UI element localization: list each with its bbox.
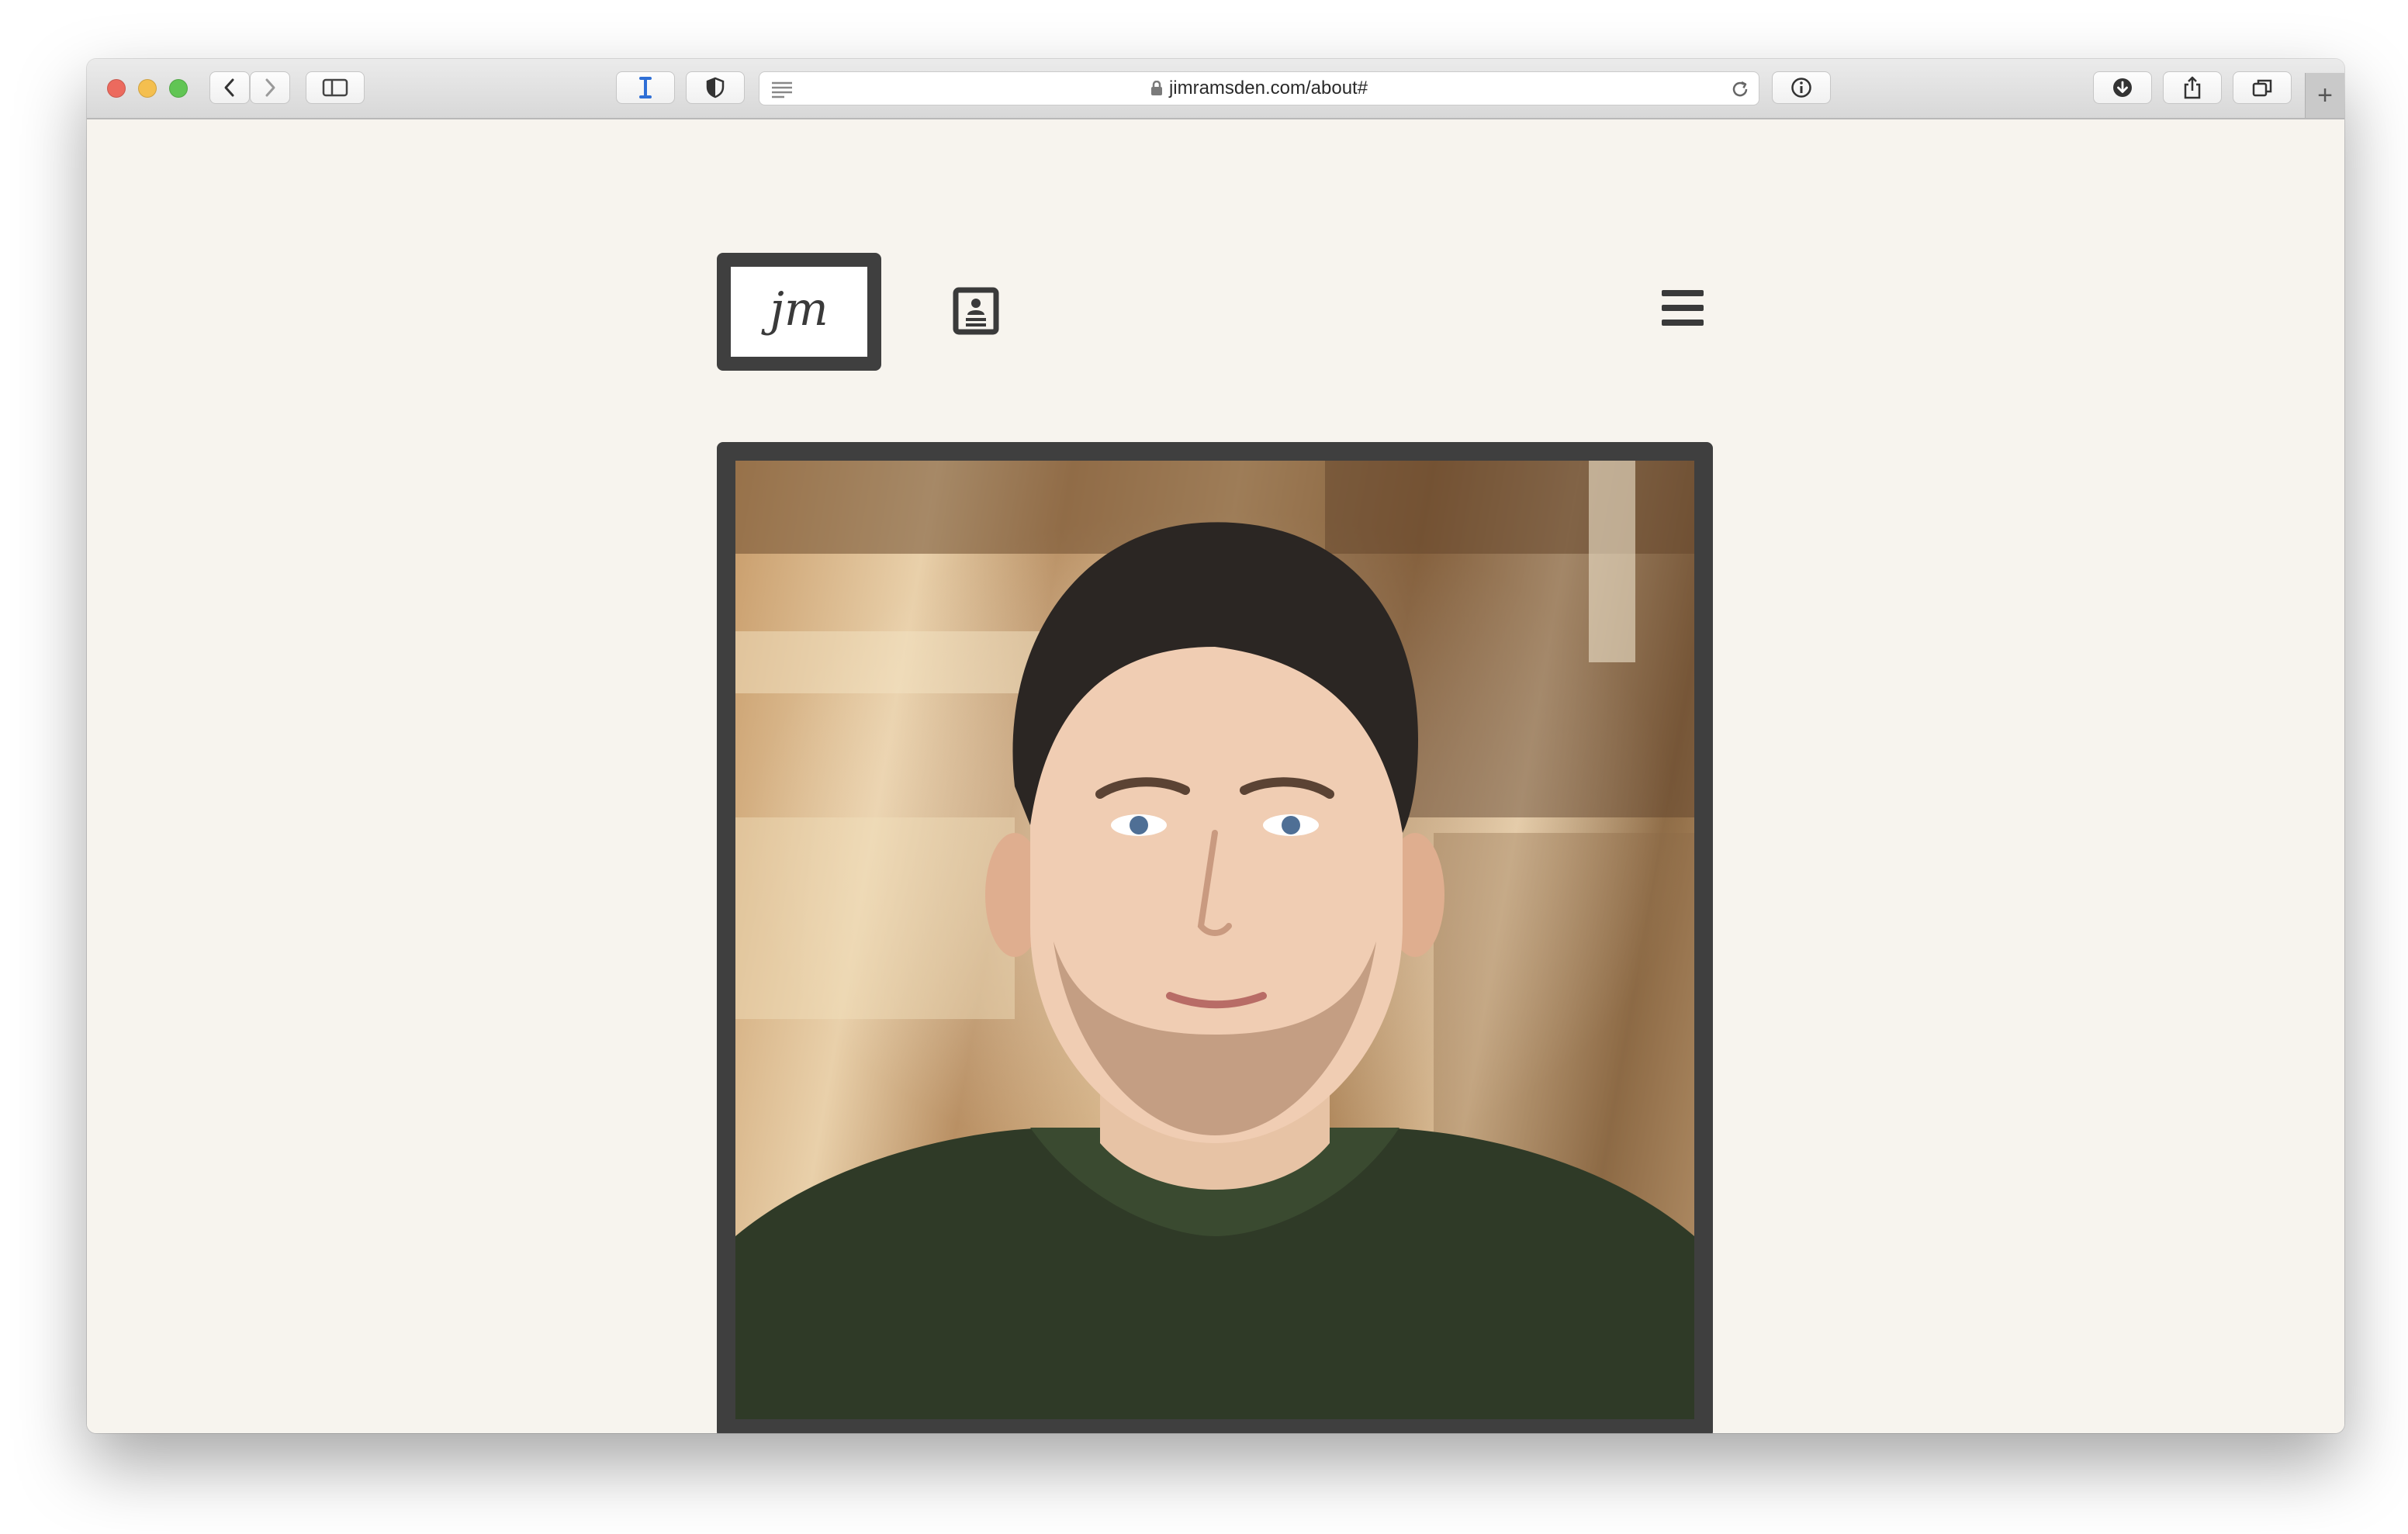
profile-photo-frame [717, 442, 1713, 1433]
sidebar-icon [322, 78, 348, 97]
shield-icon [706, 77, 725, 98]
plus-icon: + [2317, 80, 2333, 110]
downloads-button[interactable] [2093, 71, 2152, 104]
browser-window: jimramsden.com/about# + jm [87, 59, 2344, 1433]
back-button[interactable] [209, 71, 250, 104]
profile-photo [735, 461, 1694, 1419]
tabs-icon [2252, 79, 2272, 97]
minimize-window-button[interactable] [138, 79, 157, 98]
hamburger-menu-icon[interactable] [1662, 290, 1704, 326]
share-icon [2184, 76, 2201, 99]
new-tab-button[interactable]: + [2305, 73, 2344, 118]
close-window-button[interactable] [107, 79, 126, 98]
sidebar-toggle-button[interactable] [306, 71, 365, 104]
info-icon [1791, 78, 1811, 98]
site-info-button[interactable] [1772, 71, 1831, 104]
privacy-shield-button[interactable] [686, 71, 745, 104]
text-cursor-extension-button[interactable] [616, 71, 675, 104]
reload-icon[interactable] [1729, 78, 1751, 104]
url-text: jimramsden.com/about# [1168, 78, 1368, 98]
chevron-left-icon [224, 78, 234, 97]
share-button[interactable] [2163, 71, 2222, 104]
browser-toolbar: jimramsden.com/about# + [87, 59, 2344, 119]
address-bar[interactable]: jimramsden.com/about# [759, 71, 1759, 105]
portrait-illustration [735, 461, 1694, 1419]
page-content: jm [87, 119, 2344, 1433]
zoom-window-button[interactable] [169, 79, 188, 98]
site-logo[interactable]: jm [717, 253, 881, 371]
text-cursor-icon [639, 77, 652, 98]
download-icon [2113, 78, 2132, 97]
chevron-right-icon [265, 78, 275, 97]
lock-icon [1150, 81, 1162, 95]
tab-overview-button[interactable] [2233, 71, 2292, 104]
logo-text: jm [770, 282, 829, 337]
forward-button[interactable] [250, 71, 290, 104]
contact-card-icon[interactable] [953, 287, 999, 339]
